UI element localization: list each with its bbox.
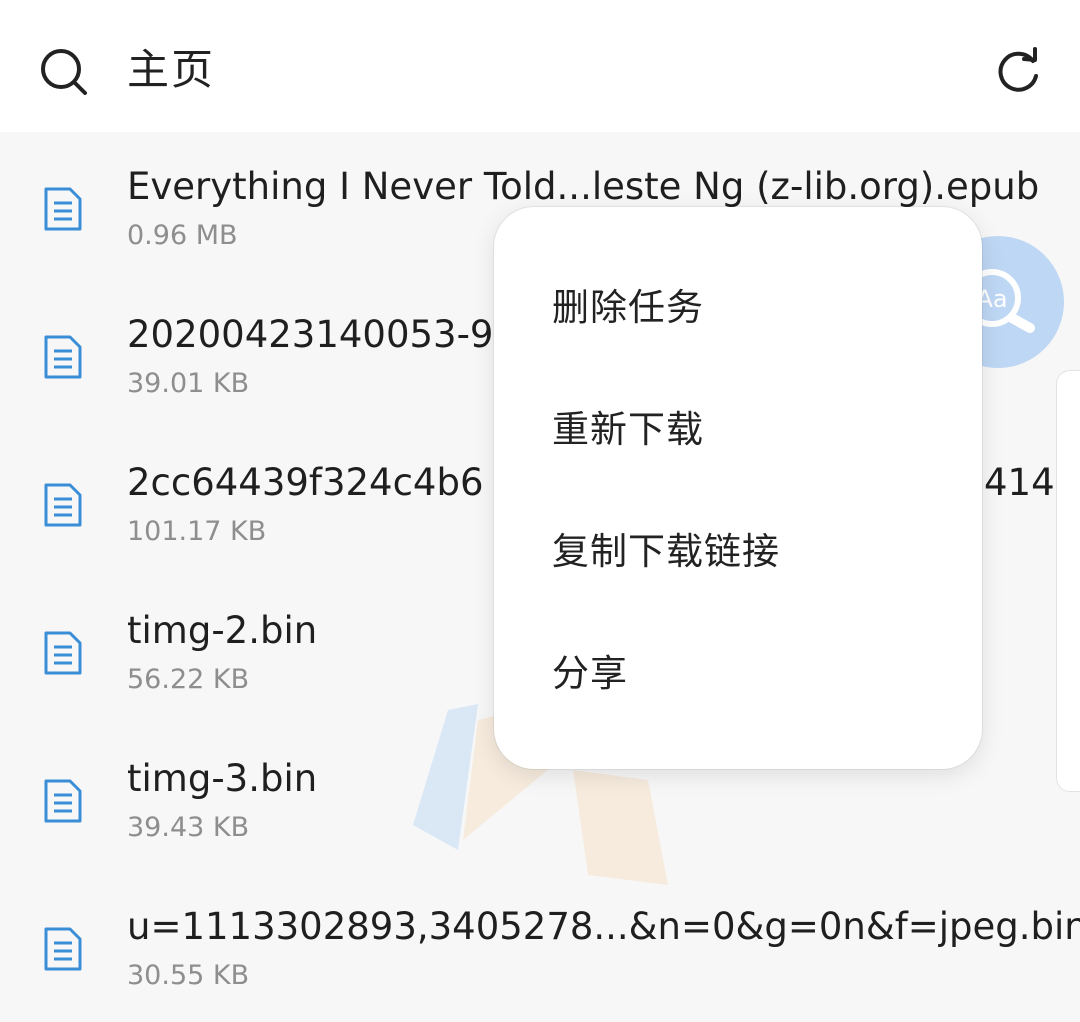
document-icon — [44, 335, 82, 379]
menu-item-label: 复制下载链接 — [552, 530, 780, 573]
refresh-button[interactable] — [988, 42, 1048, 102]
menu-item-label: 重新下载 — [552, 408, 704, 451]
document-icon — [44, 631, 82, 675]
top-bar: 主页 — [0, 0, 1080, 132]
file-name: u=1113302893,3405278...&n=0&g=0n&f=jpeg.… — [127, 905, 1080, 948]
menu-item-delete-task[interactable]: 删除任务 — [494, 247, 982, 369]
document-icon — [44, 927, 82, 971]
file-size: 101.17 KB — [127, 516, 267, 547]
file-size: 30.55 KB — [127, 960, 250, 991]
side-panel-edge[interactable] — [1056, 370, 1080, 792]
file-size: 39.43 KB — [127, 812, 250, 843]
search-button[interactable] — [36, 44, 92, 100]
file-name: timg-2.bin — [127, 609, 318, 652]
page-title: 主页 — [127, 45, 216, 94]
file-name: 20200423140053-9 — [127, 313, 494, 356]
menu-item-label: 分享 — [552, 652, 628, 695]
menu-item-redownload[interactable]: 重新下载 — [494, 369, 982, 491]
file-name-tail: 414 — [984, 461, 1055, 504]
file-size: 0.96 MB — [127, 220, 238, 251]
document-icon — [44, 483, 82, 527]
refresh-icon — [998, 47, 1038, 92]
file-name: 2cc64439f324c4b6 — [127, 461, 484, 504]
menu-item-copy-download-link[interactable]: 复制下载链接 — [494, 491, 982, 613]
document-icon — [44, 187, 82, 231]
file-name: timg-3.bin — [127, 757, 318, 800]
search-icon — [41, 49, 87, 95]
menu-item-share[interactable]: 分享 — [494, 613, 982, 735]
file-name: Everything I Never Told...leste Ng (z-li… — [127, 165, 1040, 208]
menu-item-label: 删除任务 — [552, 286, 704, 329]
context-menu: 删除任务 重新下载 复制下载链接 分享 — [494, 207, 982, 769]
file-size: 56.22 KB — [127, 664, 250, 695]
document-icon — [44, 779, 82, 823]
file-size: 39.01 KB — [127, 368, 250, 399]
list-item[interactable]: u=1113302893,3405278...&n=0&g=0n&f=jpeg.… — [0, 872, 1080, 1020]
